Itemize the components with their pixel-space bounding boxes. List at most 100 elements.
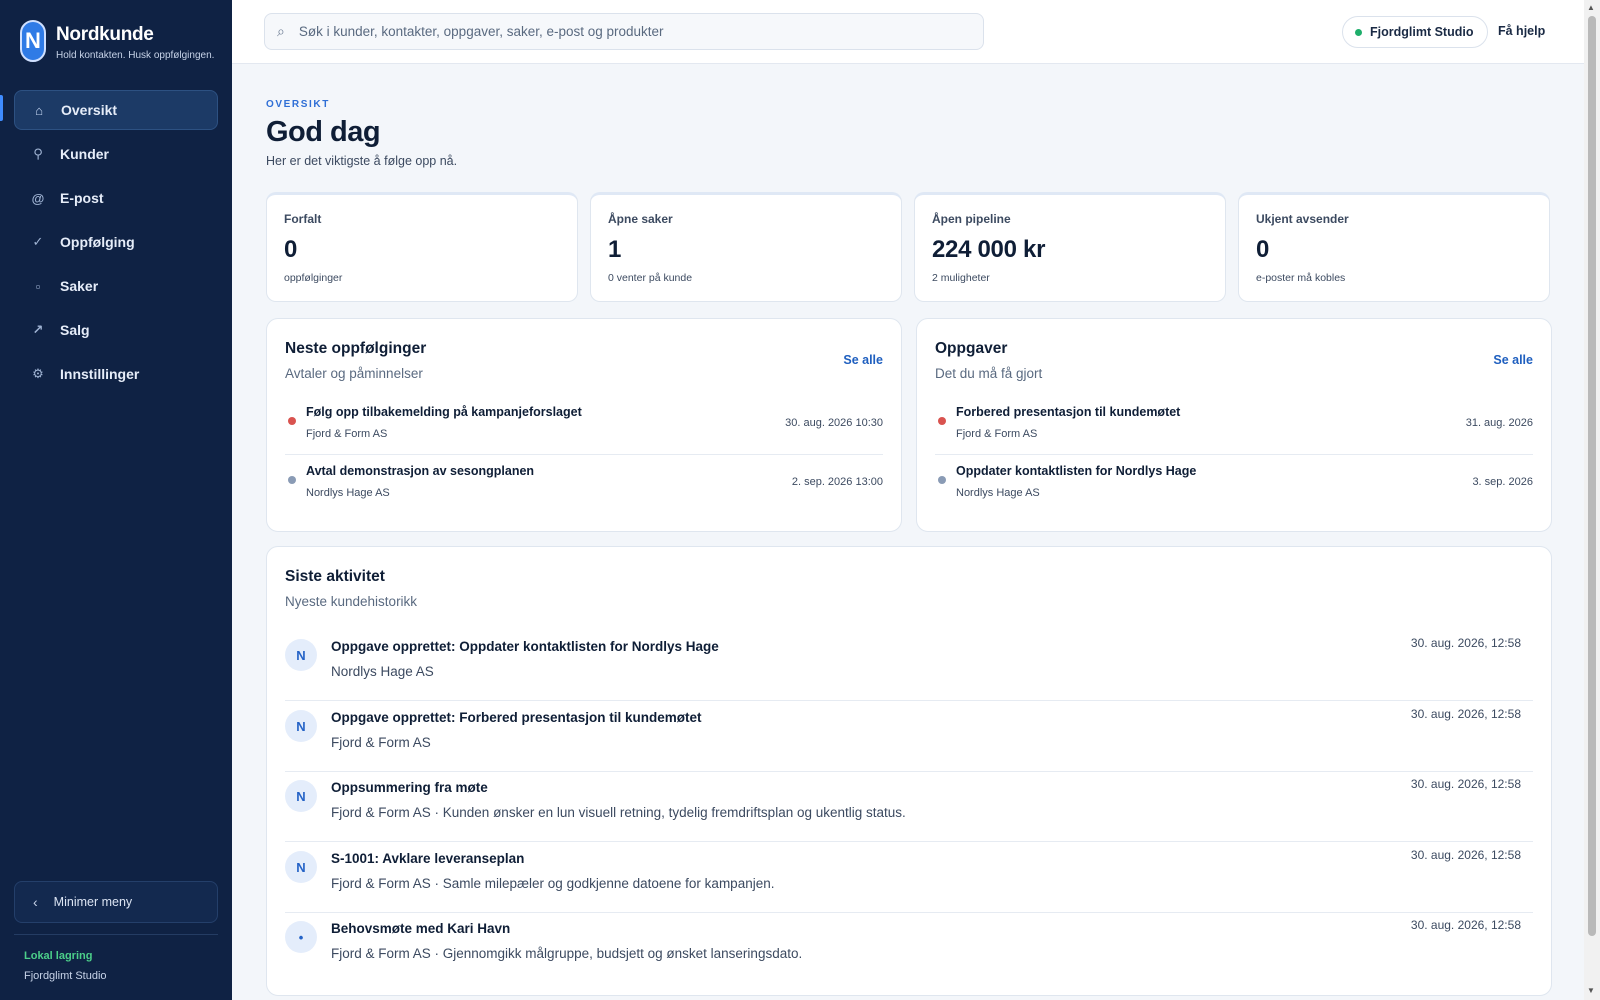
activity-date: 30. aug. 2026, 12:58 (1410, 636, 1521, 650)
page-scrollbar[interactable]: ▲ ▼ (1584, 0, 1600, 1000)
activity-item[interactable]: N Oppgave opprettet: Oppdater kontaktlis… (285, 631, 1533, 701)
card-subtitle: Avtaler og påminnelser (285, 366, 423, 381)
stat-label: Åpen pipeline (932, 212, 1011, 226)
scroll-down-arrow-icon[interactable]: ▼ (1587, 986, 1595, 995)
card-subtitle: Det du må få gjort (935, 366, 1043, 381)
stat-value: 0 (1256, 236, 1270, 263)
stat-card-open-cases[interactable]: Åpne saker 1 0 venter på kunde (590, 192, 902, 302)
followup-company: Nordlys Hage AS (306, 487, 390, 499)
stat-card-unknown-sender[interactable]: Ukjent avsender 0 e-poster må kobles (1238, 192, 1550, 302)
tasks-card: Oppgaver Det du må få gjort Se alle Forb… (916, 318, 1552, 532)
sidebar-item-label: Salg (60, 322, 90, 338)
activity-item[interactable]: N Oppgave opprettet: Forbered presentasj… (285, 702, 1533, 772)
activity-item[interactable]: N Oppsummering fra møte Fjord & Form AS … (285, 772, 1533, 842)
task-title: Forbered presentasjon til kundemøtet (956, 405, 1181, 419)
sidebar-item-label: Oversikt (61, 102, 118, 118)
gear-icon: ⚙ (32, 366, 44, 381)
activity-item[interactable]: N S-1001: Avklare leveranseplan Fjord & … (285, 843, 1533, 913)
card-title: Neste oppfølginger (285, 340, 427, 357)
see-all-tasks-link[interactable]: Se alle (1493, 353, 1533, 367)
scrollbar-thumb[interactable] (1588, 16, 1596, 936)
activity-title: Oppgave opprettet: Forbered presentasjon… (331, 710, 702, 725)
task-date: 3. sep. 2026 (1472, 476, 1533, 488)
card-title: Oppgaver (935, 340, 1008, 357)
followup-company: Fjord & Form AS (306, 428, 388, 440)
status-dot (938, 417, 946, 425)
stat-value: 224 000 kr (932, 236, 1046, 263)
activity-title: Oppgave opprettet: Oppdater kontaktliste… (331, 639, 719, 654)
followup-title: Avtal demonstrasjon av sesongplanen (306, 464, 535, 478)
sidebar-item-oppfolging[interactable]: ✓ Oppfølging (14, 222, 218, 262)
person-icon: ⚲ (33, 146, 43, 161)
task-item[interactable]: Oppdater kontaktlisten for Nordlys Hage … (935, 456, 1533, 514)
activity-detail: Fjord & Form AS · Kunden ønsker en lun v… (331, 805, 906, 820)
activity-date: 30. aug. 2026, 12:58 (1410, 777, 1521, 791)
page-subtitle: Her er det viktigste å følge opp nå. (266, 154, 458, 168)
card-subtitle: Nyeste kundehistorikk (285, 594, 418, 609)
activity-title: Oppsummering fra møte (331, 780, 488, 795)
sidebar-item-e-post[interactable]: @ E-post (14, 178, 218, 218)
stat-label: Åpne saker (608, 212, 673, 226)
search-icon: ⌕ (277, 23, 285, 39)
avatar: • (285, 921, 317, 953)
sidebar-item-label: Kunder (60, 146, 109, 162)
storage-status: Lokal lagring (24, 950, 93, 962)
stat-card-overdue[interactable]: Forfalt 0 oppfølginger (266, 192, 578, 302)
card-title: Siste aktivitet (285, 568, 385, 585)
task-company: Fjord & Form AS (956, 428, 1038, 440)
avatar: N (285, 710, 317, 742)
scroll-up-arrow-icon[interactable]: ▲ (1587, 3, 1595, 12)
app-name: Nordkunde (56, 24, 154, 45)
followup-item[interactable]: Følg opp tilbakemelding på kampanjeforsl… (285, 397, 883, 455)
followup-title: Følg opp tilbakemelding på kampanjeforsl… (306, 405, 582, 419)
minimize-menu-button[interactable]: ‹ Minimer meny (14, 881, 218, 923)
activity-date: 30. aug. 2026, 12:58 (1410, 848, 1521, 862)
activity-detail: Nordlys Hage AS (331, 664, 434, 679)
global-search[interactable]: ⌕ (264, 13, 984, 50)
avatar: N (285, 851, 317, 883)
sidebar-item-kunder[interactable]: ⚲ Kunder (14, 134, 218, 174)
task-company: Nordlys Hage AS (956, 487, 1040, 499)
activity-date: 30. aug. 2026, 12:58 (1410, 707, 1521, 721)
activity-detail: Fjord & Form AS (331, 735, 431, 750)
sidebar-item-oversikt[interactable]: ⌂ Oversikt (14, 90, 218, 130)
followup-item[interactable]: Avtal demonstrasjon av sesongplanen Nord… (285, 456, 883, 514)
stat-caption: oppfølginger (284, 272, 343, 284)
see-all-followups-link[interactable]: Se alle (843, 353, 883, 367)
stat-label: Forfalt (284, 212, 322, 226)
sidebar-item-label: Oppfølging (60, 234, 135, 250)
sidebar-item-salg[interactable]: ↗ Salg (14, 310, 218, 350)
page-title: God dag (266, 116, 381, 148)
sidebar-item-saker[interactable]: ▫ Saker (14, 266, 218, 306)
page-eyebrow: OVERSIKT (266, 99, 330, 110)
topbar: ⌕ Fjordglimt Studio Få hjelp (232, 0, 1584, 64)
stat-label: Ukjent avsender (1256, 212, 1349, 226)
activity-item[interactable]: • Behovsmøte med Kari Havn Fjord & Form … (285, 913, 1533, 983)
home-icon: ⌂ (35, 102, 43, 118)
followups-card: Neste oppfølginger Avtaler og påminnelse… (266, 318, 902, 532)
stat-cards: Forfalt 0 oppfølginger Åpne saker 1 0 ve… (266, 192, 1552, 302)
followup-date: 30. aug. 2026 10:30 (785, 417, 883, 429)
at-icon: @ (31, 190, 45, 206)
activity-title: S-1001: Avklare leveranseplan (331, 851, 525, 866)
task-item[interactable]: Forbered presentasjon til kundemøtet Fjo… (935, 397, 1533, 455)
task-title: Oppdater kontaktlisten for Nordlys Hage (956, 464, 1197, 478)
search-input[interactable] (298, 24, 959, 39)
avatar: N (285, 639, 317, 671)
status-dot (938, 476, 946, 484)
sidebar-item-innstillinger[interactable]: ⚙ Innstillinger (14, 354, 218, 394)
app-logo: N (20, 20, 46, 62)
stat-card-pipeline[interactable]: Åpen pipeline 224 000 kr 2 muligheter (914, 192, 1226, 302)
sidebar-divider (14, 934, 218, 935)
sidebar-item-label: Innstillinger (60, 366, 140, 382)
stat-caption: 0 venter på kunde (608, 272, 693, 284)
followup-date: 2. sep. 2026 13:00 (791, 476, 883, 488)
activity-card: Siste aktivitet Nyeste kundehistorikk N … (266, 546, 1552, 996)
workspace-switcher[interactable]: Fjordglimt Studio (1342, 16, 1489, 48)
brand[interactable]: N Nordkunde Hold kontakten. Husk oppfølg… (20, 20, 214, 62)
help-button[interactable]: Få hjelp (1498, 24, 1545, 38)
stat-caption: e-poster må kobles (1256, 272, 1346, 284)
activity-title: Behovsmøte med Kari Havn (331, 921, 511, 936)
minimize-menu-label: Minimer meny (53, 895, 133, 909)
avatar: N (285, 780, 317, 812)
